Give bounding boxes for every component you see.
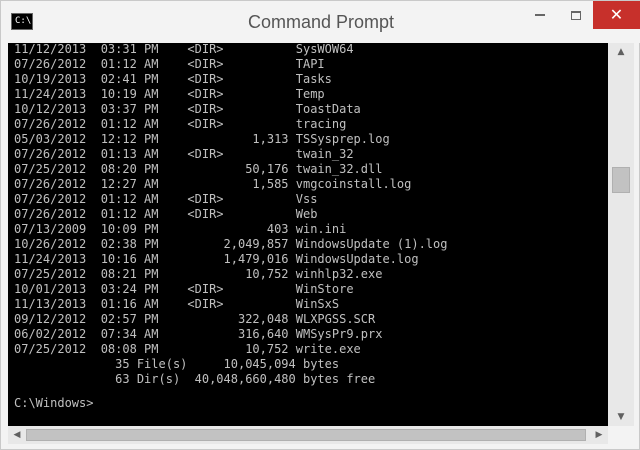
console-line: 11/24/2013 10:16 AM 1,479,016 WindowsUpd… (14, 252, 419, 266)
console-line: 09/12/2012 02:57 PM 322,048 WLXPGSS.SCR (14, 312, 376, 326)
console-icon[interactable]: C:\ (11, 13, 33, 30)
scroll-down-arrow-icon[interactable]: ▼ (608, 408, 634, 426)
maximize-button[interactable] (559, 1, 593, 29)
console-line: 07/26/2012 01:12 AM <DIR> Web (14, 207, 318, 221)
command-prompt-line[interactable]: C:\Windows> (14, 396, 93, 411)
minimize-button[interactable] (521, 1, 559, 29)
scroll-up-arrow-icon[interactable]: ▲ (608, 43, 634, 61)
console-line: 11/13/2013 01:16 AM <DIR> WinSxS (14, 297, 340, 311)
maximize-icon (571, 10, 581, 20)
close-icon: ✕ (609, 5, 624, 24)
console-icon-label: C:\ (15, 16, 32, 26)
console-line: 35 File(s) 10,045,094 bytes (14, 357, 340, 371)
console-line: 07/26/2012 01:13 AM <DIR> twain_32 (14, 147, 354, 161)
console-line: 10/26/2012 02:38 PM 2,049,857 WindowsUpd… (14, 237, 448, 251)
close-button[interactable]: ✕ (593, 1, 640, 29)
command-prompt-window: C:\ Command Prompt ✕ 11/12/2013 03:31 PM… (0, 0, 640, 450)
title-bar[interactable]: C:\ Command Prompt ✕ (1, 1, 640, 43)
horizontal-scrollbar[interactable]: ◀ ▶ (8, 426, 608, 444)
console-line: 11/12/2013 03:31 PM <DIR> SysWOW64 (14, 43, 354, 56)
console-line: 05/03/2012 12:12 PM 1,313 TSSysprep.log (14, 132, 390, 146)
vertical-scrollbar[interactable]: ▲ ▼ (608, 43, 634, 426)
horizontal-scroll-thumb[interactable] (26, 429, 586, 441)
console-line: 07/26/2012 01:12 AM <DIR> TAPI (14, 57, 325, 71)
console-line: 07/13/2009 10:09 PM 403 win.ini (14, 222, 347, 236)
console-line: 07/25/2012 08:21 PM 10,752 winhlp32.exe (14, 267, 383, 281)
vertical-scroll-thumb[interactable] (612, 167, 630, 193)
console-line: 07/26/2012 01:12 AM <DIR> Vss (14, 192, 318, 206)
console-output[interactable]: 11/12/2013 03:31 PM <DIR> SysWOW64 07/26/… (8, 43, 608, 426)
console-line: 63 Dir(s) 40,048,660,480 bytes free (14, 372, 376, 386)
scroll-left-arrow-icon[interactable]: ◀ (8, 426, 26, 444)
scrollbar-corner (608, 426, 634, 444)
minimize-icon (535, 14, 545, 16)
console-line: 10/12/2013 03:37 PM <DIR> ToastData (14, 102, 361, 116)
console-line: 07/25/2012 08:20 PM 50,176 twain_32.dll (14, 162, 383, 176)
console-line: 07/26/2012 12:27 AM 1,585 vmgcoinstall.l… (14, 177, 412, 191)
console-line: 10/01/2013 03:24 PM <DIR> WinStore (14, 282, 354, 296)
console-line: 07/26/2012 01:12 AM <DIR> tracing (14, 117, 347, 131)
scroll-right-arrow-icon[interactable]: ▶ (590, 426, 608, 444)
console-line: 06/02/2012 07:34 AM 316,640 WMSysPr9.prx (14, 327, 383, 341)
console-line: 11/24/2013 10:19 AM <DIR> Temp (14, 87, 325, 101)
console-line: 10/19/2013 02:41 PM <DIR> Tasks (14, 72, 332, 86)
console-line: 07/25/2012 08:08 PM 10,752 write.exe (14, 342, 361, 356)
